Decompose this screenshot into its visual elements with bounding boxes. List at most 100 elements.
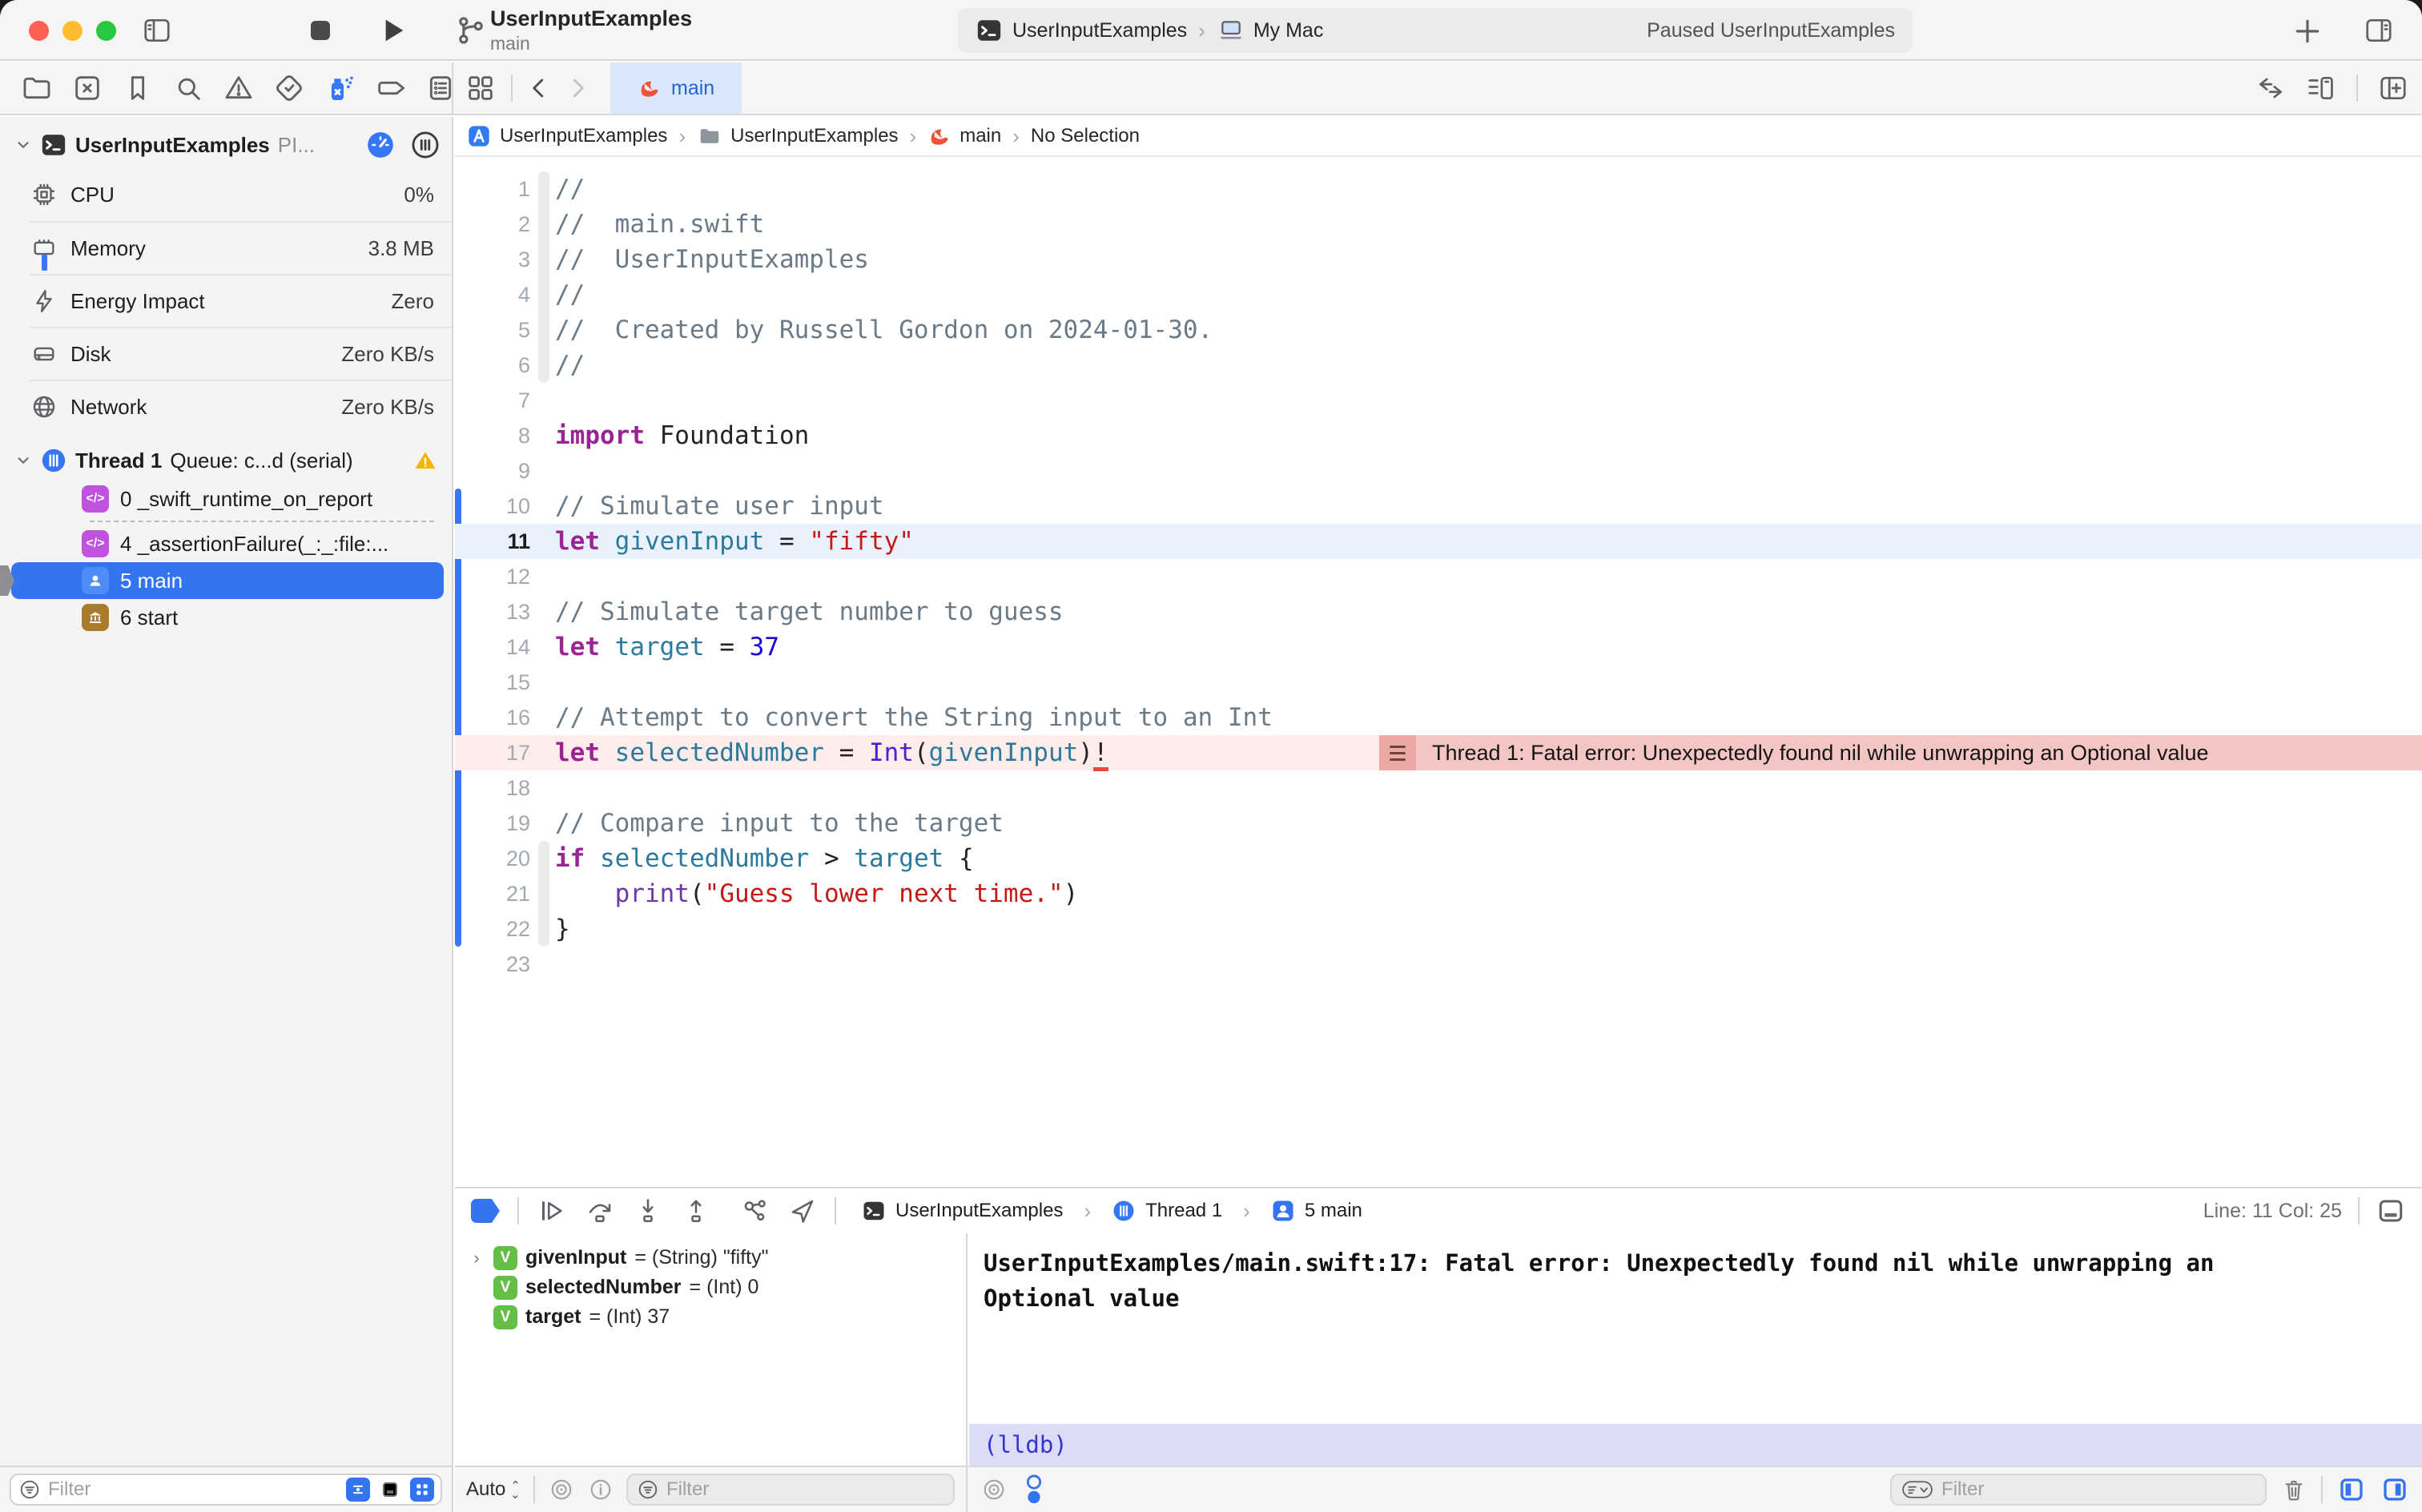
gauge-row-disk[interactable]: DiskZero KB/s	[30, 327, 452, 380]
runtime-error-banner[interactable]: Thread 1: Fatal error: Unexpectedly foun…	[1379, 735, 2422, 770]
editor-options-icon[interactable]	[2305, 73, 2337, 103]
continue-execution-icon[interactable]	[537, 1196, 567, 1225]
debug-crumb-label[interactable]: Thread 1	[1145, 1200, 1222, 1222]
disclosure-chevron-icon[interactable]: ›	[468, 1248, 485, 1269]
variables-filter-field[interactable]: Filter	[626, 1474, 955, 1506]
hide-variables-pane-icon[interactable]	[2337, 1475, 2366, 1504]
line-number[interactable]: 13	[455, 600, 535, 625]
scheme-selector[interactable]: UserInputExamples › My Mac Paused UserIn…	[958, 8, 1913, 53]
memory-report-icon[interactable]	[410, 130, 441, 160]
back-icon[interactable]	[527, 74, 551, 102]
line-number[interactable]: 16	[455, 706, 535, 730]
variables-view[interactable]: ›VgivenInput = (String) "fifty"Vselected…	[455, 1233, 968, 1466]
line-number[interactable]: 15	[455, 670, 535, 695]
gauge-row-memory[interactable]: Memory3.8 MB	[30, 221, 452, 274]
variable-row-selectedNumber[interactable]: VselectedNumber = (Int) 0	[455, 1273, 966, 1302]
jumpbar-crumb[interactable]: No Selection	[1031, 125, 1140, 147]
step-into-icon[interactable]	[633, 1196, 663, 1225]
debug-navigator-icon[interactable]	[324, 72, 356, 104]
filter-toggle-running-icon[interactable]	[346, 1478, 370, 1502]
stack-frame-4[interactable]: </>4 _assertionFailure(_:_:file:...	[11, 525, 444, 562]
line-number[interactable]: 21	[455, 882, 535, 907]
jumpbar-crumb[interactable]: UserInputExamples	[697, 124, 898, 148]
navigator-filter-field[interactable]: Filter	[10, 1474, 442, 1506]
line-number[interactable]: 5	[455, 318, 535, 343]
zoom-window-button[interactable]	[96, 21, 116, 41]
process-row[interactable]: UserInputExamples PI...	[0, 117, 452, 168]
error-banner-grip-icon[interactable]	[1379, 735, 1416, 770]
line-number[interactable]: 9	[455, 459, 535, 484]
debug-breadcrumb[interactable]: UserInputExamples›Thread 1›5 main	[862, 1199, 1362, 1224]
stop-button[interactable]	[306, 16, 335, 45]
memory-graph-icon[interactable]	[740, 1196, 770, 1225]
debug-crumb-label[interactable]: UserInputExamples	[895, 1200, 1063, 1222]
toggle-left-sidebar-icon[interactable]	[141, 15, 173, 46]
gauge-row-network[interactable]: NetworkZero KB/s	[30, 380, 452, 432]
line-number[interactable]: 3	[455, 247, 535, 272]
breakpoints-toggle-icon[interactable]	[471, 1199, 500, 1223]
line-number[interactable]: 14	[455, 635, 535, 660]
line-number[interactable]: 8	[455, 424, 535, 448]
line-number[interactable]: 7	[455, 388, 535, 413]
thread-row[interactable]: Thread 1 Queue: c...d (serial)	[0, 432, 452, 481]
toggle-right-sidebar-icon[interactable]	[2363, 15, 2395, 46]
destination-name[interactable]: My Mac	[1253, 19, 1324, 42]
gauge-row-cpu[interactable]: CPU0%	[30, 168, 452, 221]
source-control-navigator-icon[interactable]	[71, 72, 103, 104]
line-number[interactable]: 23	[455, 952, 535, 977]
debug-crumb-label[interactable]: 5 main	[1305, 1200, 1362, 1222]
forward-icon[interactable]	[565, 74, 589, 102]
jumpbar-crumb[interactable]: UserInputExamples	[466, 123, 667, 149]
line-number[interactable]: 1	[455, 177, 535, 202]
issues-navigator-icon[interactable]	[223, 72, 255, 104]
console-toggle-icon[interactable]	[2376, 1196, 2406, 1225]
line-number[interactable]: 17	[455, 741, 535, 766]
line-number[interactable]: 4	[455, 283, 535, 308]
console-mode-icon[interactable]	[1022, 1474, 1046, 1506]
bookmarks-navigator-icon[interactable]	[122, 72, 154, 104]
info-icon[interactable]	[588, 1478, 614, 1502]
line-number[interactable]: 10	[455, 494, 535, 519]
project-navigator-icon[interactable]	[21, 72, 53, 104]
stack-frame-0[interactable]: </>0 _swift_runtime_on_report	[11, 481, 444, 517]
variable-row-target[interactable]: Vtarget = (Int) 37	[455, 1302, 966, 1332]
simulate-location-icon[interactable]	[788, 1196, 817, 1225]
line-number[interactable]: 18	[455, 776, 535, 801]
close-window-button[interactable]	[29, 21, 49, 41]
code-review-icon[interactable]	[2255, 73, 2286, 103]
line-number[interactable]: 22	[455, 917, 535, 942]
gauge-row-energy-impact[interactable]: Energy ImpactZero	[30, 274, 452, 327]
stack-frame-5[interactable]: 5 main	[11, 562, 444, 599]
line-number[interactable]: 6	[455, 353, 535, 378]
editor-layout-icon[interactable]	[465, 72, 497, 104]
stack-frame-6[interactable]: 6 start	[11, 599, 444, 636]
reports-navigator-icon[interactable]	[424, 72, 457, 104]
disclosure-chevron-icon[interactable]	[14, 136, 32, 154]
tests-navigator-icon[interactable]	[273, 72, 305, 104]
disclosure-chevron-icon[interactable]	[14, 452, 32, 469]
line-number[interactable]: 12	[455, 565, 535, 589]
filter-toggle-grid-icon[interactable]	[410, 1478, 434, 1502]
scheme-name[interactable]: UserInputExamples	[1012, 19, 1187, 42]
minimize-window-button[interactable]	[62, 21, 82, 41]
find-navigator-icon[interactable]	[172, 72, 204, 104]
line-number[interactable]: 2	[455, 212, 535, 237]
line-number[interactable]: 11	[455, 529, 535, 554]
jumpbar-crumb[interactable]: main	[927, 124, 1001, 148]
quicklook-eye-icon[interactable]	[548, 1478, 575, 1502]
tab-main[interactable]: main	[610, 62, 742, 114]
trash-icon[interactable]	[2281, 1476, 2307, 1503]
line-number[interactable]: 19	[455, 811, 535, 836]
variable-row-givenInput[interactable]: ›VgivenInput = (String) "fifty"	[455, 1243, 966, 1273]
step-over-icon[interactable]	[585, 1196, 615, 1225]
jump-bar[interactable]: UserInputExamples›UserInputExamples›main…	[455, 117, 2422, 157]
console-filter-field[interactable]: Filter	[1890, 1474, 2267, 1506]
variables-scope-select[interactable]: Auto ⌃⌃	[466, 1478, 521, 1501]
source-editor[interactable]: 1//2// main.swift3// UserInputExamples4/…	[455, 159, 2422, 1187]
lldb-prompt[interactable]: (lldb)	[969, 1424, 2422, 1466]
console[interactable]: UserInputExamples/main.swift:17: Fatal e…	[969, 1233, 2422, 1466]
add-editor-icon[interactable]	[2377, 73, 2409, 103]
hide-console-pane-icon[interactable]	[2380, 1475, 2409, 1504]
run-button[interactable]	[376, 14, 408, 46]
line-number[interactable]: 20	[455, 846, 535, 871]
